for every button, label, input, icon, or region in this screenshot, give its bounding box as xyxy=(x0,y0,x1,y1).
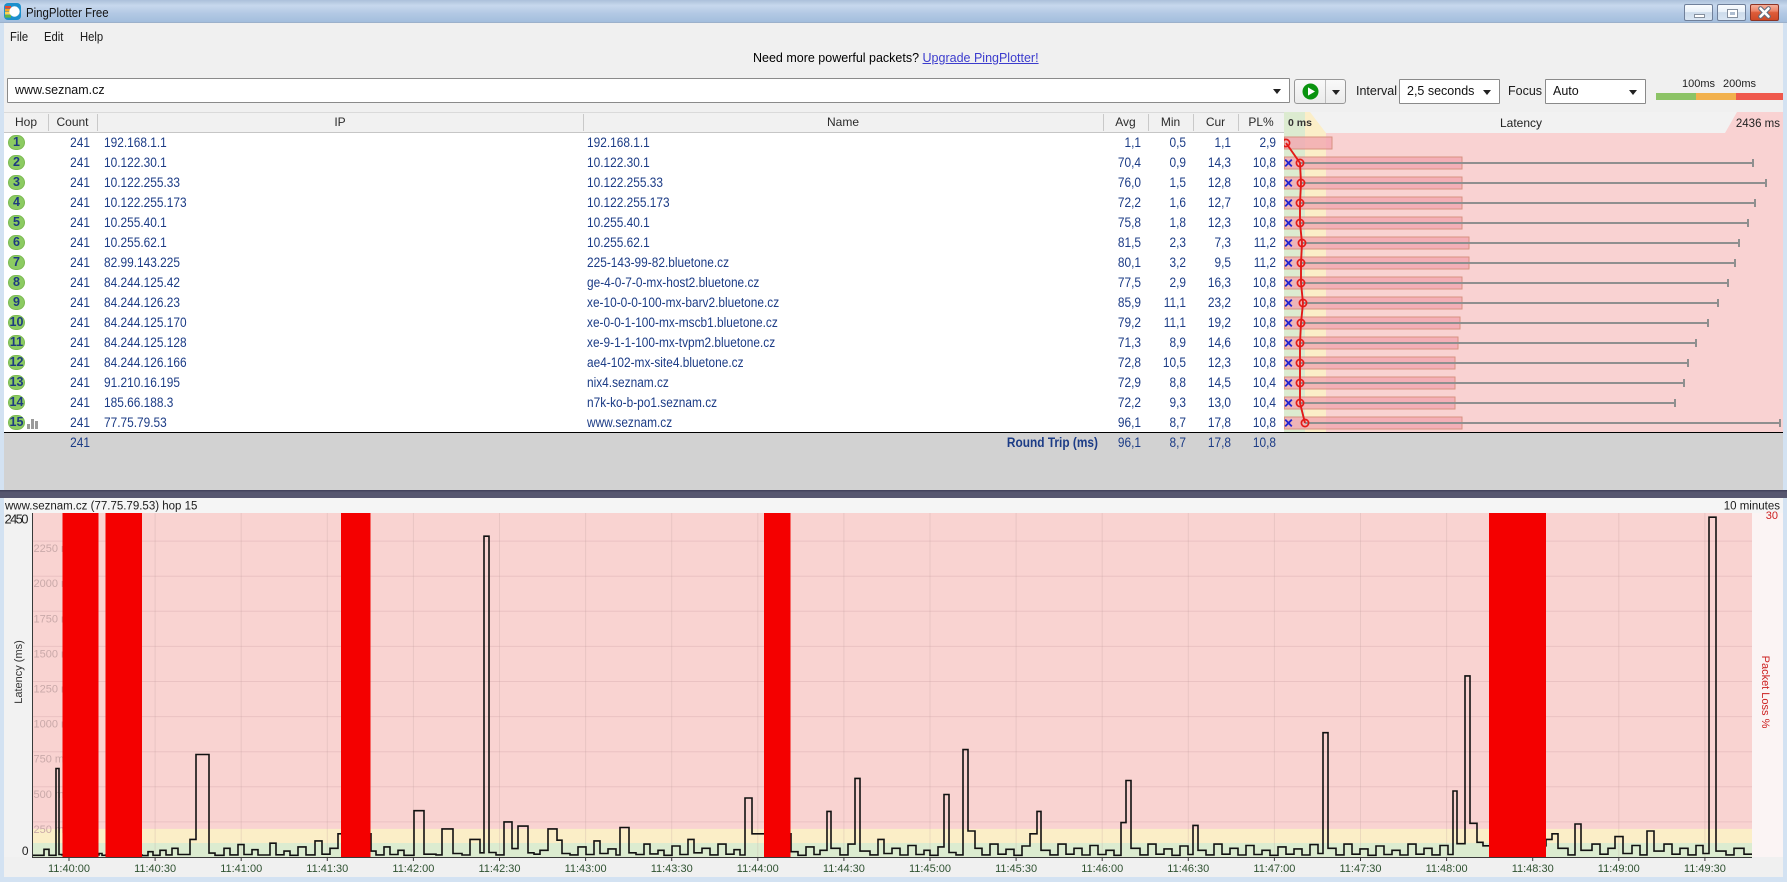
svg-text:Latency: Latency xyxy=(1500,116,1542,130)
svg-text:11:47:00: 11:47:00 xyxy=(1253,863,1295,875)
svg-text:11:49:00: 11:49:00 xyxy=(1598,863,1640,875)
svg-text:www.seznam.cz (77.75.79.53) ho: www.seznam.cz (77.75.79.53) hop 15 xyxy=(4,501,197,513)
svg-text:11:46:00: 11:46:00 xyxy=(1081,863,1123,875)
svg-text:11:46:30: 11:46:30 xyxy=(1167,863,1209,875)
svg-text:11:40:30: 11:40:30 xyxy=(134,863,176,875)
svg-text:11:42:30: 11:42:30 xyxy=(478,863,520,875)
svg-text:11:41:30: 11:41:30 xyxy=(306,863,348,875)
svg-text:0 ms: 0 ms xyxy=(1288,117,1312,129)
svg-text:11:49:30: 11:49:30 xyxy=(1684,863,1726,875)
svg-text:2436 ms: 2436 ms xyxy=(1736,118,1780,130)
svg-text:11:42:00: 11:42:00 xyxy=(392,863,434,875)
svg-text:Latency (ms): Latency (ms) xyxy=(13,640,25,704)
svg-text:11:45:00: 11:45:00 xyxy=(909,863,951,875)
svg-text:30: 30 xyxy=(1766,510,1778,522)
svg-text:11:40:00: 11:40:00 xyxy=(48,863,90,875)
svg-text:11:48:00: 11:48:00 xyxy=(1426,863,1468,875)
svg-text:11:43:00: 11:43:00 xyxy=(565,863,607,875)
svg-text:Packet Loss %: Packet Loss % xyxy=(1759,656,1771,729)
svg-text:11:44:00: 11:44:00 xyxy=(737,863,779,875)
svg-text:11:44:30: 11:44:30 xyxy=(823,863,865,875)
svg-text:2450: 2450 xyxy=(5,512,29,527)
svg-text:11:43:30: 11:43:30 xyxy=(651,863,693,875)
svg-text:11:45:30: 11:45:30 xyxy=(995,863,1037,875)
svg-text:11:41:00: 11:41:00 xyxy=(220,863,262,875)
svg-text:11:47:30: 11:47:30 xyxy=(1339,863,1381,875)
svg-text:0: 0 xyxy=(22,844,29,858)
svg-text:11:48:30: 11:48:30 xyxy=(1512,863,1554,875)
